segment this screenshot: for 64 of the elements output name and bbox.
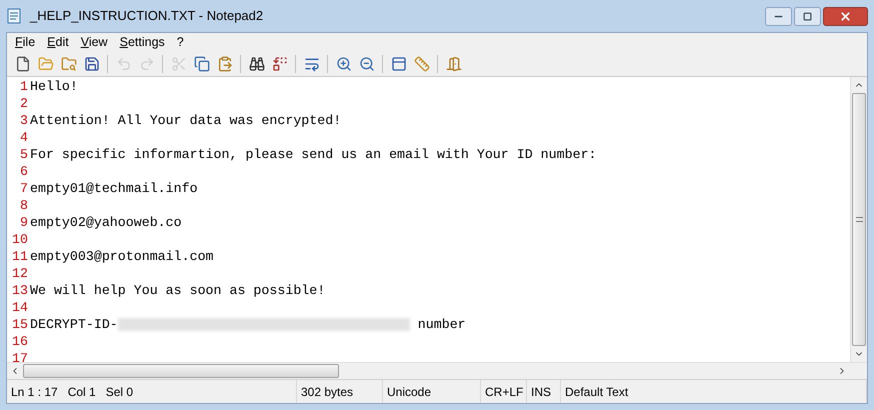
file-icon bbox=[14, 56, 30, 72]
status-field: Ln 1 : 17 Col 1 Sel 0 bbox=[11, 382, 134, 400]
line-number: 5 bbox=[19, 146, 29, 163]
binoculars-icon bbox=[248, 56, 264, 72]
maximize-button[interactable] bbox=[794, 7, 821, 26]
copy-icon bbox=[194, 56, 210, 72]
vertical-scrollbar[interactable] bbox=[850, 77, 867, 362]
line-number: 15 bbox=[11, 316, 29, 333]
line-number: 1 bbox=[19, 78, 29, 95]
paste-icon bbox=[216, 56, 232, 72]
redo-icon bbox=[138, 56, 154, 72]
text-line: We will help You as soon as possible! bbox=[30, 282, 326, 299]
replace-icon bbox=[272, 56, 288, 72]
menu-item[interactable]: ? bbox=[176, 33, 184, 52]
line-number: 17 bbox=[11, 350, 29, 362]
line-number: 3 bbox=[19, 112, 29, 129]
line-number: 16 bbox=[11, 333, 29, 350]
scroll-thumb[interactable] bbox=[852, 93, 866, 346]
line-number: 11 bbox=[11, 248, 29, 265]
door-icon bbox=[446, 56, 462, 72]
wrap-text-icon bbox=[304, 56, 320, 72]
folder-icon bbox=[38, 56, 54, 72]
line-number: 6 bbox=[19, 163, 29, 180]
undo-icon bbox=[116, 56, 132, 72]
line-number: 14 bbox=[11, 299, 29, 316]
zoom-in-icon bbox=[336, 56, 352, 72]
text-line: Hello! bbox=[30, 78, 78, 95]
close-icon bbox=[839, 10, 852, 23]
status-field: Default Text bbox=[565, 382, 628, 400]
text-line: Attention! All Your data was encrypted! bbox=[30, 112, 342, 129]
line-number: 7 bbox=[19, 180, 29, 197]
line-number: 12 bbox=[11, 265, 29, 282]
text-line: empty02@yahooweb.co bbox=[30, 214, 182, 231]
scroll-thumb[interactable] bbox=[23, 364, 339, 378]
horizontal-scrollbar[interactable] bbox=[7, 363, 850, 379]
panel-icon bbox=[390, 56, 406, 72]
text-line: empty003@protonmail.com bbox=[30, 248, 214, 265]
ruler-icon bbox=[414, 56, 430, 72]
text-line: number bbox=[418, 316, 466, 333]
line-number: 9 bbox=[19, 214, 29, 231]
maximize-icon bbox=[803, 12, 812, 21]
window-title: _HELP_INSTRUCTION.TXT - Notepad2 bbox=[30, 7, 264, 26]
status-field: INS bbox=[531, 382, 552, 400]
zoom-out-icon bbox=[358, 56, 374, 72]
menu-item[interactable]: View bbox=[80, 33, 108, 52]
line-number: 2 bbox=[19, 95, 29, 112]
line-number: 10 bbox=[11, 231, 29, 248]
text-line: DECRYPT-ID- bbox=[30, 316, 118, 333]
menu-item[interactable]: Edit bbox=[47, 33, 69, 52]
scissors-icon bbox=[170, 56, 186, 72]
status-field: CR+LF bbox=[485, 382, 524, 400]
line-number: 13 bbox=[11, 282, 29, 299]
line-number: 4 bbox=[19, 129, 29, 146]
status-field: 302 bytes bbox=[301, 382, 354, 400]
menu-item[interactable]: File bbox=[15, 33, 36, 52]
menu-item[interactable]: Settings bbox=[120, 33, 165, 52]
line-number: 8 bbox=[19, 197, 29, 214]
status-field: Unicode bbox=[387, 382, 432, 400]
save-icon bbox=[84, 56, 100, 72]
notepad-icon bbox=[6, 8, 22, 24]
folder-search-icon bbox=[60, 56, 76, 72]
text-line: For specific informartion, please send us an email with Your ID number: bbox=[30, 146, 597, 163]
text-line: empty01@techmail.info bbox=[30, 180, 198, 197]
close-button[interactable] bbox=[823, 7, 868, 26]
